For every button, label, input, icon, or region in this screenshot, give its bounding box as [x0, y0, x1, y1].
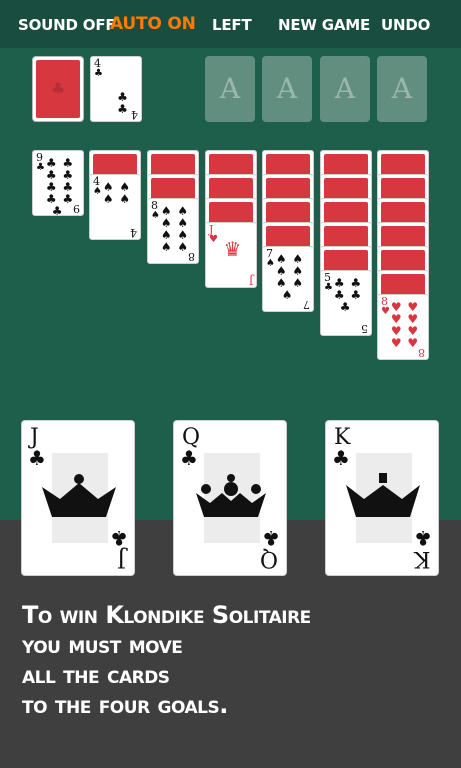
card-pips: ♛: [223, 237, 243, 261]
foundation-label: A: [276, 72, 298, 105]
card-rank-bottom: 7: [303, 298, 310, 311]
foundation-slot[interactable]: A: [320, 56, 370, 122]
tableau-card[interactable]: 5 ♣ ♣ ♣ ♣ ♣ ♣ 5: [320, 270, 372, 336]
card-rank-bottom: 4: [131, 108, 138, 121]
card-rank-bottom: 8: [188, 250, 195, 263]
tableau-card[interactable]: 4 ♠ ♠ ♠ ♠ ♠ 4: [89, 174, 141, 240]
club-icon: ♣: [94, 68, 103, 79]
top-toolbar: SOUND OFF AUTO ON LEFT NEW GAME UNDO: [0, 0, 461, 48]
card-pips: ♠ ♠ ♠ ♠: [102, 180, 132, 206]
club-icon: ♣: [50, 79, 66, 98]
solitaire-app: SOUND OFF AUTO ON LEFT NEW GAME UNDO ♣ 4…: [0, 0, 461, 768]
club-icon: ♣: [414, 526, 432, 550]
foundation-slot[interactable]: A: [262, 56, 312, 122]
card-pips: ♣ ♣ ♣ ♣ ♣: [333, 276, 363, 314]
foundation-slot[interactable]: A: [205, 56, 255, 122]
showcase-card-king: K ♣ ♣ K: [325, 420, 439, 576]
new-game-button[interactable]: NEW GAME: [278, 14, 370, 36]
showcase-card-jack: J ♣ ♣ J: [21, 420, 135, 576]
crown-icon: [346, 473, 420, 517]
club-icon: ♣: [110, 526, 128, 550]
instruction-line: to the four goals.: [22, 691, 228, 719]
stock-pile[interactable]: ♣: [32, 56, 84, 122]
instruction-line: you must move: [22, 631, 183, 659]
card-rank-bottom: J: [117, 546, 126, 571]
hand-toggle-button[interactable]: LEFT: [212, 14, 252, 36]
card-pips: ♠ ♠ ♠ ♠ ♠ ♠ ♠: [275, 252, 305, 302]
tableau-card[interactable]: 9 ♣ ♣ ♣ ♣ ♣ ♣ ♣ ♣ ♣ ♣ 9: [32, 150, 84, 216]
club-icon: ♣: [262, 526, 280, 550]
sound-toggle-button[interactable]: SOUND OFF: [18, 14, 116, 36]
waste-card[interactable]: 4 ♣ ♣ ♣ 4: [90, 56, 142, 122]
foundation-label: A: [219, 72, 241, 105]
card-rank-bottom: 5: [361, 322, 368, 335]
instruction-line: all the cards: [22, 661, 170, 689]
foundation-label: A: [391, 72, 413, 105]
showcase-card-queen: Q ♣ ♣ Q: [173, 420, 287, 576]
tableau-card[interactable]: J ♥ ♛ J: [205, 222, 257, 288]
tableau-card[interactable]: 7 ♠ ♠ ♠ ♠ ♠ ♠ ♠ ♠ 7: [262, 246, 314, 312]
club-icon: ♣: [28, 446, 46, 470]
card-pips: ♥ ♥ ♥ ♥ ♥ ♥ ♥ ♥: [390, 300, 420, 350]
instruction-line: To win Klondike Solitaire: [22, 601, 311, 629]
foundation-slot[interactable]: A: [377, 56, 427, 122]
foundation-label: A: [334, 72, 356, 105]
tableau-card[interactable]: 8 ♥ ♥ ♥ ♥ ♥ ♥ ♥ ♥ ♥ 8: [377, 294, 429, 360]
club-icon: ♣: [180, 446, 198, 470]
auto-toggle-button[interactable]: AUTO ON: [110, 13, 196, 35]
card-rank-bottom: 4: [130, 226, 137, 239]
undo-button[interactable]: UNDO: [381, 14, 430, 36]
instruction-text: To win Klondike Solitaire you must move …: [22, 600, 442, 720]
card-rank-bottom: K: [413, 546, 430, 571]
tableau-card[interactable]: 8 ♠ ♠ ♠ ♠ ♠ ♠ ♠ ♠ ♠ 8: [147, 198, 199, 264]
card-rank-bottom: 9: [73, 202, 80, 215]
card-rank-bottom: J: [248, 274, 253, 287]
crown-icon: [196, 474, 266, 517]
card-rank-bottom: 8: [418, 346, 425, 359]
card-pips: ♠ ♠ ♠ ♠ ♠ ♠ ♠ ♠: [160, 204, 190, 254]
card-rank-bottom: Q: [259, 546, 278, 571]
club-icon: ♣: [332, 446, 350, 470]
crown-icon: [42, 474, 116, 517]
card-pips: ♣ ♣ ♣ ♣ ♣ ♣ ♣ ♣ ♣: [45, 156, 75, 216]
